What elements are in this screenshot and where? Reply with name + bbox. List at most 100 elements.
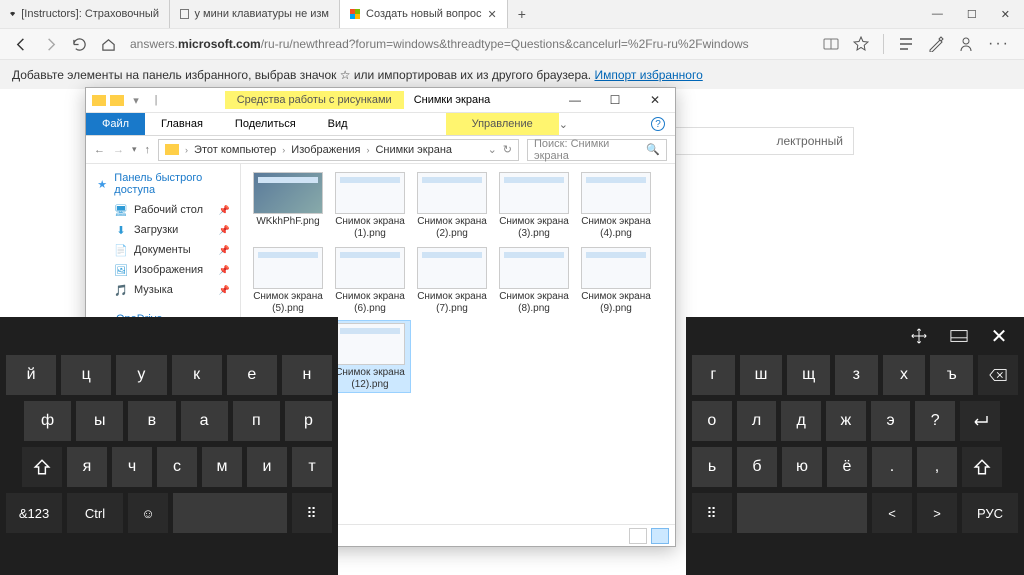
search-input[interactable]: Поиск: Снимки экрана🔍 (527, 139, 667, 161)
key-п[interactable]: п (233, 401, 280, 441)
key-с[interactable]: с (157, 447, 197, 487)
sidebar-item[interactable]: 🖼Изображения📌 (86, 260, 240, 280)
import-favorites-link[interactable]: Импорт избранного (594, 68, 702, 82)
explorer-close-button[interactable]: ✕ (635, 93, 675, 107)
key-т[interactable]: т (292, 447, 332, 487)
key-х[interactable]: х (883, 355, 926, 395)
cursor-left-key[interactable]: < (872, 493, 912, 533)
key-ш[interactable]: ш (740, 355, 783, 395)
nav-recent-icon[interactable]: ▾ (132, 144, 137, 155)
ribbon-tab-share[interactable]: Поделиться (219, 113, 312, 135)
file-thumbnail[interactable]: Снимок экрана (5).png (247, 245, 329, 316)
key-м[interactable]: м (202, 447, 242, 487)
key-л[interactable]: л (737, 401, 777, 441)
sidebar-item[interactable]: ⬇Загрузки📌 (86, 220, 240, 240)
key-ь[interactable]: ь (692, 447, 732, 487)
shift-key[interactable] (962, 447, 1002, 487)
explorer-maximize-button[interactable]: ☐ (595, 93, 635, 107)
key-щ[interactable]: щ (787, 355, 830, 395)
ribbon-tab-manage[interactable]: Управление (446, 113, 559, 135)
backspace-key[interactable] (978, 355, 1018, 395)
shift-key[interactable] (22, 447, 62, 487)
key-н[interactable]: н (282, 355, 332, 395)
file-thumbnail[interactable]: Снимок экрана (4).png (575, 170, 657, 241)
key-й[interactable]: й (6, 355, 56, 395)
file-thumbnail[interactable]: Снимок экрана (8).png (493, 245, 575, 316)
enter-key[interactable] (960, 401, 1000, 441)
cursor-right-key[interactable]: > (917, 493, 957, 533)
ribbon-tab-home[interactable]: Главная (145, 113, 219, 135)
ctrl-key[interactable]: Ctrl (67, 493, 123, 533)
browser-tab-active[interactable]: Создать новый вопрос ✕ (340, 0, 508, 28)
share-icon[interactable] (958, 36, 974, 52)
browser-tab[interactable]: у мини клавиатуры не изм (170, 0, 340, 28)
numsym-key[interactable]: &123 (6, 493, 62, 533)
thumbnails-view-button[interactable] (651, 528, 669, 544)
reading-view-icon[interactable] (823, 36, 839, 52)
key-ы[interactable]: ы (76, 401, 123, 441)
more-icon[interactable]: ··· (988, 35, 1010, 53)
key-я[interactable]: я (67, 447, 107, 487)
close-keyboard-icon[interactable]: ✕ (988, 325, 1010, 347)
key-б[interactable]: б (737, 447, 777, 487)
key-ц[interactable]: ц (61, 355, 111, 395)
nav-up-icon[interactable]: ↑ (145, 144, 151, 156)
explorer-minimize-button[interactable]: — (555, 93, 595, 107)
address-bar[interactable]: answers.microsoft.com/ru-ru/newthread?fo… (130, 37, 809, 51)
key-д[interactable]: д (781, 401, 821, 441)
nav-back-icon[interactable]: ← (94, 144, 105, 156)
key-р[interactable]: р (285, 401, 332, 441)
nav-forward-icon[interactable]: → (113, 144, 124, 156)
back-button[interactable] (14, 37, 29, 52)
details-view-button[interactable] (629, 528, 647, 544)
key-з[interactable]: з (835, 355, 878, 395)
space-key-left[interactable] (173, 493, 287, 533)
window-maximize-button[interactable]: ☐ (967, 8, 977, 21)
quick-access-header[interactable]: ★Панель быстрого доступа (86, 168, 240, 200)
refresh-button[interactable] (72, 37, 87, 52)
browser-tab[interactable]: [Instructors]: Страховочный (0, 0, 170, 28)
ribbon-tab-file[interactable]: Файл (86, 113, 145, 135)
file-thumbnail[interactable]: Снимок экрана (12).png (329, 320, 411, 393)
file-thumbnail[interactable]: Снимок экрана (1).png (329, 170, 411, 241)
key-у[interactable]: у (116, 355, 166, 395)
key-,[interactable]: , (917, 447, 957, 487)
key-о[interactable]: о (692, 401, 732, 441)
grip-key[interactable]: ⠿ (692, 493, 732, 533)
window-minimize-button[interactable]: — (932, 8, 943, 21)
key-и[interactable]: и (247, 447, 287, 487)
hub-icon[interactable] (898, 36, 914, 52)
key-ж[interactable]: ж (826, 401, 866, 441)
key-.[interactable]: . (872, 447, 912, 487)
key-ю[interactable]: ю (782, 447, 822, 487)
ribbon-tab-view[interactable]: Вид (312, 113, 364, 135)
key-в[interactable]: в (128, 401, 175, 441)
file-thumbnail[interactable]: Снимок экрана (3).png (493, 170, 575, 241)
forward-button[interactable] (43, 37, 58, 52)
key-е[interactable]: е (227, 355, 277, 395)
tab-close-icon[interactable]: ✕ (488, 8, 497, 21)
new-tab-button[interactable]: + (508, 6, 536, 22)
move-keyboard-icon[interactable] (908, 325, 930, 347)
favorite-icon[interactable] (853, 36, 869, 52)
file-thumbnail[interactable]: WKkhPhF.png (247, 170, 329, 241)
key-а[interactable]: а (181, 401, 228, 441)
breadcrumb[interactable]: › Этот компьютер› Изображения› Снимки эк… (158, 139, 519, 161)
key-ф[interactable]: ф (24, 401, 71, 441)
sidebar-item[interactable]: 🎵Музыка📌 (86, 280, 240, 300)
emoji-key[interactable]: ☺ (128, 493, 168, 533)
home-button[interactable] (101, 37, 116, 52)
key-ъ[interactable]: ъ (930, 355, 973, 395)
help-icon[interactable]: ? (651, 117, 665, 131)
ribbon-collapse-icon[interactable]: ⌄ (559, 118, 568, 131)
sidebar-item[interactable]: 📄Документы📌 (86, 240, 240, 260)
keyboard-layout-icon[interactable] (948, 325, 970, 347)
key-ч[interactable]: ч (112, 447, 152, 487)
key-?[interactable]: ? (915, 401, 955, 441)
key-э[interactable]: э (871, 401, 911, 441)
window-close-button[interactable]: ✕ (1001, 8, 1010, 21)
file-thumbnail[interactable]: Снимок экрана (2).png (411, 170, 493, 241)
sidebar-item[interactable]: 🖥Рабочий стол📌 (86, 200, 240, 220)
file-thumbnail[interactable]: Снимок экрана (7).png (411, 245, 493, 316)
space-key-right[interactable] (737, 493, 867, 533)
